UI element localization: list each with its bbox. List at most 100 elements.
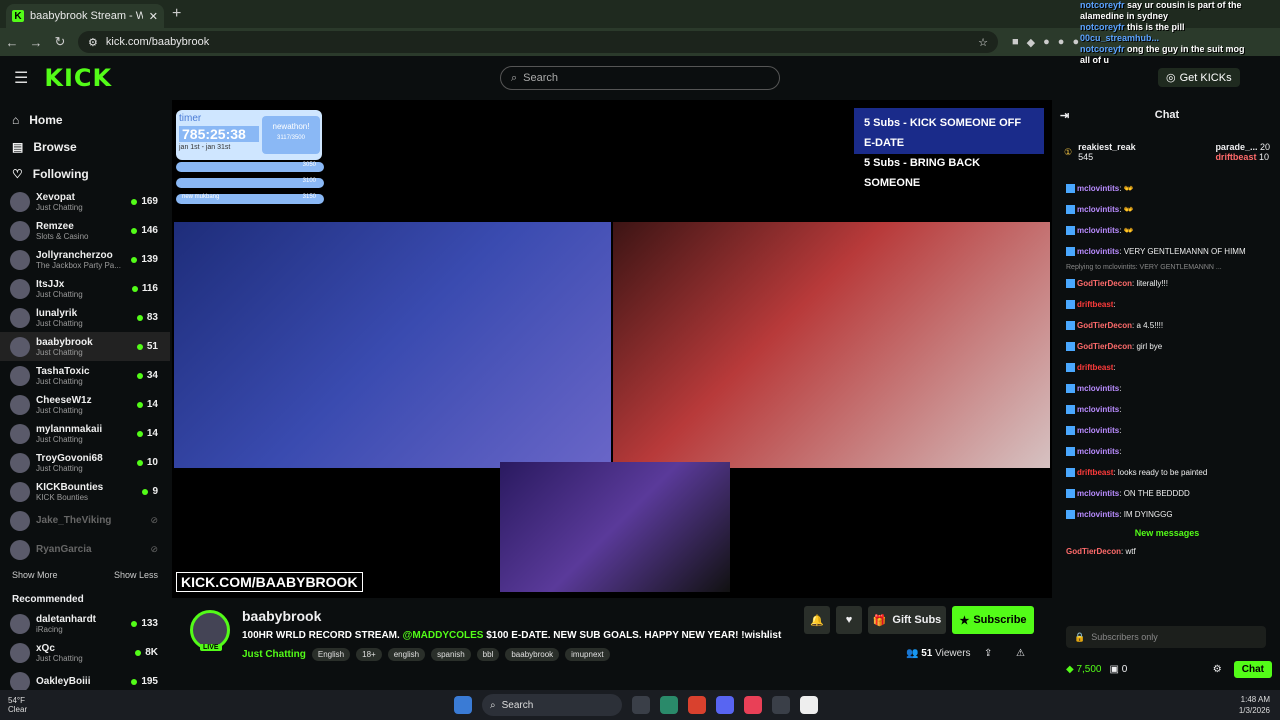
chat-input[interactable]: 🔒 Subscribers only bbox=[1066, 626, 1266, 648]
streamer-name[interactable]: baabybrook bbox=[242, 608, 321, 624]
extension-icon[interactable]: ◆ bbox=[1027, 36, 1035, 49]
chat-username[interactable]: mclovintits bbox=[1077, 205, 1119, 214]
close-tab-icon[interactable]: ✕ bbox=[149, 10, 158, 23]
chat-username[interactable]: GodTierDecon bbox=[1066, 547, 1121, 556]
chrome-icon[interactable] bbox=[688, 696, 706, 714]
subscribe-button[interactable]: ★ Subscribe bbox=[952, 606, 1034, 634]
notification-bell-button[interactable]: 🔔 bbox=[804, 606, 830, 634]
share-icon[interactable]: ⇪ bbox=[984, 648, 992, 659]
chat-username[interactable]: driftbeast bbox=[1077, 468, 1113, 477]
chat-username[interactable]: mclovintits bbox=[1077, 247, 1119, 256]
new-tab-icon[interactable]: + bbox=[172, 5, 181, 23]
tag[interactable]: English bbox=[311, 648, 351, 661]
show-more-button[interactable]: Show More bbox=[12, 570, 58, 580]
tag[interactable]: 18+ bbox=[356, 648, 382, 661]
sidebar-channel[interactable]: TroyGovoni68 Just Chatting 10 bbox=[0, 448, 170, 477]
sidebar-channel[interactable]: lunalyrik Just Chatting 83 bbox=[0, 303, 170, 332]
app-icon[interactable] bbox=[660, 696, 678, 714]
gift-subs-button[interactable]: 🎁 Gift Subs bbox=[868, 606, 946, 634]
gifter-name[interactable]: parade_... bbox=[1215, 142, 1257, 152]
tag[interactable]: imupnext bbox=[565, 648, 610, 661]
chat-username[interactable]: mclovintits bbox=[1077, 405, 1119, 414]
chat-username[interactable]: mclovintits bbox=[1077, 426, 1119, 435]
report-icon[interactable]: ⚠ bbox=[1016, 648, 1025, 659]
chat-username[interactable]: mclovintits bbox=[1077, 447, 1119, 456]
sidebar-channel[interactable]: xQc Just Chatting 8K bbox=[0, 638, 170, 667]
reload-icon[interactable]: ↻ bbox=[48, 34, 72, 50]
taskbar-search[interactable]: ⌕ Search bbox=[482, 694, 622, 716]
sidebar-channel[interactable]: RyanGarcia ⊘ bbox=[0, 535, 170, 564]
bookmark-star-icon[interactable]: ☆ bbox=[978, 36, 988, 49]
windows-start-icon[interactable] bbox=[454, 696, 472, 714]
sidebar-channel[interactable]: OakleyBoiii 195 bbox=[0, 667, 170, 690]
chat-username[interactable]: mclovintits bbox=[1077, 226, 1119, 235]
url-field[interactable]: ⚙ kick.com/baabybrook ☆ bbox=[78, 31, 998, 53]
sidebar-channel[interactable]: Jollyrancherzoo The Jackbox Party Pa... 13… bbox=[0, 245, 170, 274]
chat-username[interactable]: driftbeast bbox=[1077, 300, 1113, 309]
bell-icon: 🔔 bbox=[810, 614, 824, 627]
gifter-name[interactable]: reakiest_reak bbox=[1078, 142, 1136, 152]
menu-icon[interactable]: ☰ bbox=[14, 68, 28, 88]
chat-overlay: notcoreyfr say ur cousin is part of the a… bbox=[1080, 0, 1280, 110]
sidebar-channel[interactable]: daletanhardt iRacing 133 bbox=[0, 609, 170, 638]
tag[interactable]: bbl bbox=[476, 648, 500, 661]
gift-count[interactable]: ▣ 0 bbox=[1110, 664, 1128, 675]
tag[interactable]: english bbox=[387, 648, 426, 661]
tag[interactable]: baabybrook bbox=[505, 648, 560, 661]
collapse-chat-icon[interactable]: ⇥ bbox=[1060, 109, 1069, 122]
follow-button[interactable]: ♥ bbox=[836, 606, 862, 634]
chat-username[interactable]: GodTierDecon bbox=[1077, 279, 1132, 288]
sidebar-channel[interactable]: Xevopat Just Chatting 169 bbox=[0, 187, 170, 216]
extension-icon[interactable]: ● bbox=[1058, 36, 1065, 49]
music-icon[interactable] bbox=[744, 696, 762, 714]
title-mention[interactable]: @MADDYCOLES bbox=[403, 630, 484, 641]
forward-icon[interactable]: → bbox=[24, 35, 48, 50]
expand-title-icon[interactable]: ⌄ bbox=[762, 630, 770, 641]
sidebar-channel[interactable]: baabybrook Just Chatting 51 bbox=[0, 332, 170, 361]
sidebar-channel[interactable]: Jake_TheViking ⊘ bbox=[0, 506, 170, 535]
channel-name: CheeseW1z bbox=[36, 394, 92, 406]
sub-badge-icon bbox=[1066, 226, 1075, 236]
sidebar-channel[interactable]: TashaToxic Just Chatting 34 bbox=[0, 361, 170, 390]
search-input[interactable]: ⌕ Search bbox=[500, 66, 780, 90]
chat-username[interactable]: GodTierDecon bbox=[1077, 342, 1132, 351]
browser-tab[interactable]: K baabybrook Stream - Watch ✕ bbox=[6, 4, 164, 28]
sidebar-channel[interactable]: CheeseW1z Just Chatting 14 bbox=[0, 390, 170, 419]
weather-widget[interactable]: 54°F Clear bbox=[8, 696, 27, 714]
extension-icon[interactable]: ● bbox=[1072, 36, 1079, 49]
sidebar-channel[interactable]: Remzee Slots & Casino 146 bbox=[0, 216, 170, 245]
chat-username[interactable]: mclovintits bbox=[1077, 489, 1119, 498]
send-chat-button[interactable]: Chat bbox=[1233, 660, 1272, 678]
app-icon[interactable] bbox=[800, 696, 818, 714]
task-view-icon[interactable] bbox=[632, 696, 650, 714]
chat-settings-icon[interactable]: ⚙ bbox=[1213, 664, 1222, 675]
chat-username[interactable]: mclovintits bbox=[1077, 510, 1119, 519]
nav-browse[interactable]: ▤ Browse bbox=[0, 133, 170, 160]
show-less-button[interactable]: Show Less bbox=[114, 570, 158, 580]
category-link[interactable]: Just Chatting bbox=[242, 649, 306, 660]
sidebar-channel[interactable]: KICKBounties KICK Bounties 9 bbox=[0, 477, 170, 506]
back-icon[interactable]: ← bbox=[0, 35, 24, 50]
discord-icon[interactable] bbox=[716, 696, 734, 714]
system-clock[interactable]: 1:48 AM 1/3/2026 bbox=[1239, 694, 1270, 716]
kick-logo[interactable]: KICK bbox=[44, 64, 112, 92]
sidebar-channel[interactable]: mylannmakaii Just Chatting 14 bbox=[0, 419, 170, 448]
video-player[interactable]: timer 785:25:38 jan 1st - jan 31st newat… bbox=[172, 100, 1052, 598]
nav-home[interactable]: ⌂ Home bbox=[0, 106, 170, 133]
nav-following[interactable]: ♡ Following bbox=[0, 160, 170, 187]
sub-goals-box: 5 Subs - KICK SOMEONE OFF E-DATE 5 Subs … bbox=[854, 108, 1044, 189]
chat-username[interactable]: mclovintits bbox=[1077, 384, 1119, 393]
chat-message: mclovintits: bbox=[1054, 420, 1280, 441]
new-messages-button[interactable]: New messages bbox=[1054, 525, 1280, 541]
tag[interactable]: spanish bbox=[431, 648, 471, 661]
chat-username[interactable]: driftbeast bbox=[1077, 363, 1113, 372]
chat-username[interactable]: GodTierDecon bbox=[1077, 321, 1132, 330]
app-icon[interactable] bbox=[772, 696, 790, 714]
gifter-name[interactable]: driftbeast bbox=[1215, 152, 1256, 162]
sidebar-channel[interactable]: ItsJJx Just Chatting 116 bbox=[0, 274, 170, 303]
extension-icon[interactable]: ● bbox=[1043, 36, 1050, 49]
kicks-balance[interactable]: ◆ 7,500 bbox=[1066, 664, 1102, 675]
extension-icon[interactable]: ■ bbox=[1012, 36, 1019, 49]
chat-username[interactable]: mclovintits bbox=[1077, 184, 1119, 193]
site-info-icon[interactable]: ⚙ bbox=[88, 36, 98, 49]
